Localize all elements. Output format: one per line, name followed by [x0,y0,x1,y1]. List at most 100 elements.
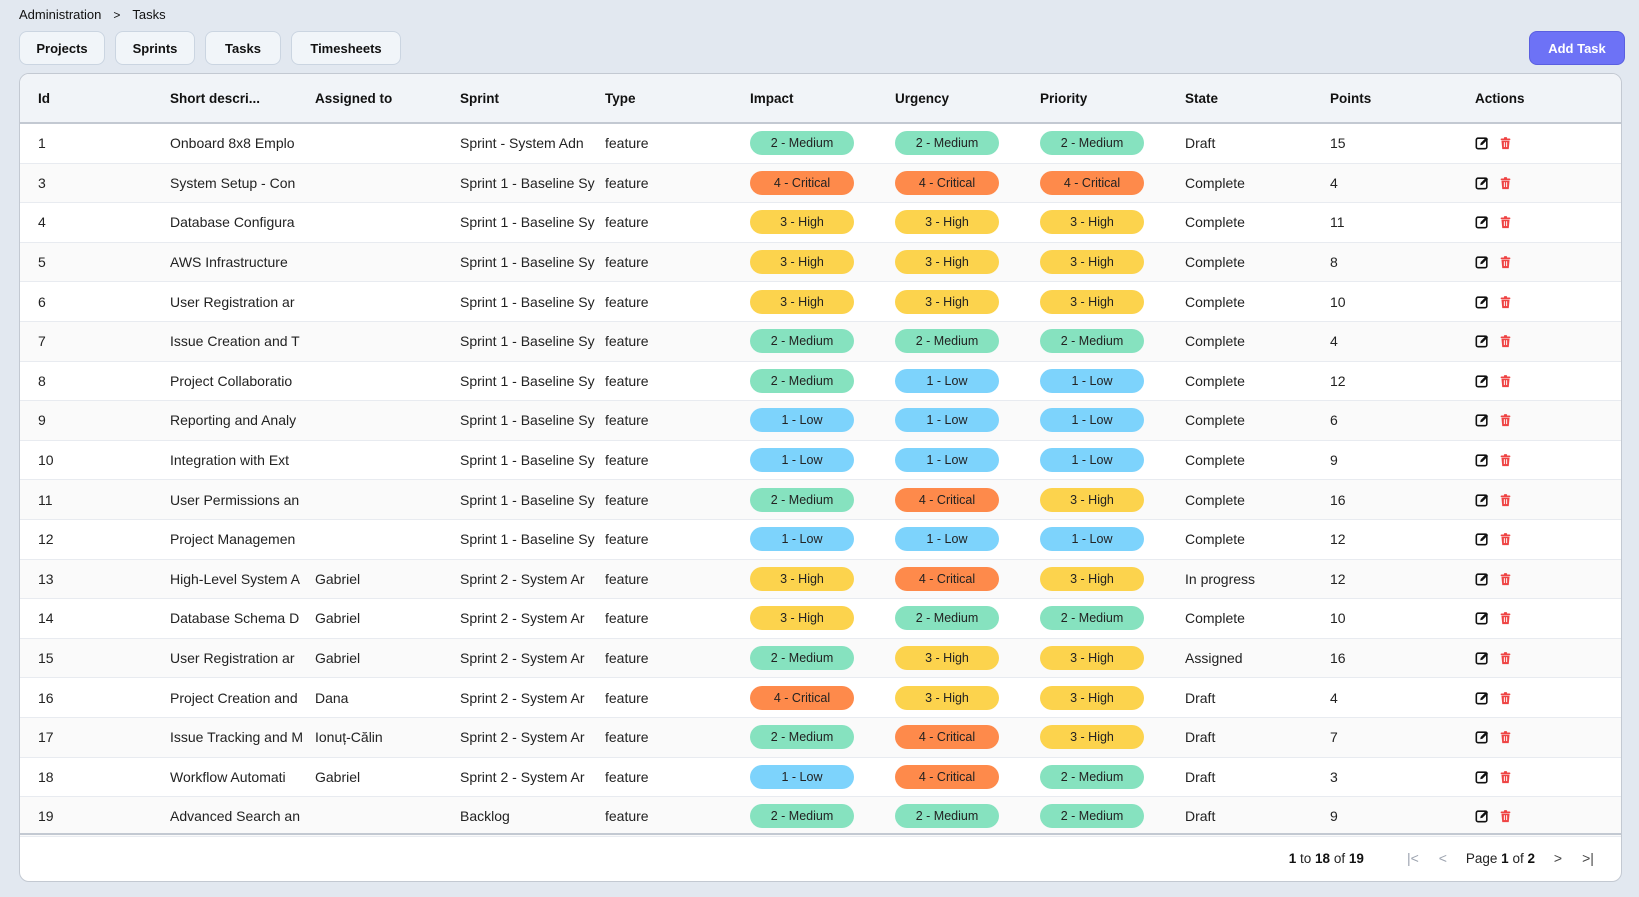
table-row[interactable]: 6 User Registration ar Sprint 1 - Baseline… [20,282,1621,322]
table-row[interactable]: 19 Advanced Search an Backlog feature 2 - Me… [20,797,1621,837]
table-row[interactable]: 3 System Setup - Con Sprint 1 - Baseline S… [20,163,1621,204]
breadcrumb-separator: > [113,7,121,22]
first-page-icon[interactable]: |< [1406,850,1420,866]
trash-icon[interactable] [1499,374,1513,388]
impact-badge: 2 - Medium [750,646,854,671]
table-row[interactable]: 1 Onboard 8x8 Emplo Sprint - System Adn fea… [20,124,1621,164]
table-row[interactable]: 10 Integration with Ext Sprint 1 - Baselin… [20,441,1621,481]
header-impact[interactable]: Impact [750,91,895,106]
cell-actions [1475,493,1595,507]
header-sprint[interactable]: Sprint [460,91,605,106]
cell-priority: 3 - High [1040,250,1185,275]
table-row[interactable]: 9 Reporting and Analy Sprint 1 - Baseline … [20,401,1621,441]
edit-icon[interactable] [1475,215,1489,229]
table-row[interactable]: 12 Project Managemen Sprint 1 - Baseline S… [20,520,1621,560]
cell-urgency: 1 - Low [895,527,1040,552]
table-row[interactable]: 13 High-Level System A Gabriel Sprint 2 - S… [20,559,1621,600]
table-row[interactable]: 8 Project Collaboratio Sprint 1 - Baseline… [20,362,1621,402]
urgency-badge: 2 - Medium [895,804,999,829]
table-row[interactable]: 16 Project Creation and Dana Sprint 2 - Sys… [20,678,1621,718]
table-row[interactable]: 11 User Permissions an Sprint 1 - Baseline… [20,480,1621,520]
edit-icon[interactable] [1475,532,1489,546]
table-row[interactable]: 14 Database Schema D Gabriel Sprint 2 - Sys… [20,599,1621,639]
cell-type: feature [605,808,649,825]
edit-icon[interactable] [1475,770,1489,784]
urgency-badge: 3 - High [895,289,999,314]
cell-type: feature [605,610,649,627]
next-page-icon[interactable]: > [1551,850,1565,866]
impact-badge: 2 - Medium [750,368,854,393]
edit-icon[interactable] [1475,691,1489,705]
trash-icon[interactable] [1499,770,1513,784]
trash-icon[interactable] [1499,255,1513,269]
trash-icon[interactable] [1499,532,1513,546]
priority-badge: 3 - High [1040,210,1144,235]
header-state[interactable]: State [1185,91,1330,106]
trash-icon[interactable] [1499,136,1513,150]
trash-icon[interactable] [1499,453,1513,467]
edit-icon[interactable] [1475,611,1489,625]
header-assigned-to[interactable]: Assigned to [315,91,460,106]
edit-icon[interactable] [1475,374,1489,388]
tab-sprints[interactable]: Sprints [115,31,195,65]
cell-priority: 3 - High [1040,685,1185,710]
edit-icon[interactable] [1475,295,1489,309]
edit-icon[interactable] [1475,651,1489,665]
tab-projects[interactable]: Projects [19,31,105,65]
cell-id: 11 [38,491,53,508]
tab-tasks[interactable]: Tasks [205,31,281,65]
trash-icon[interactable] [1499,691,1513,705]
edit-icon[interactable] [1475,136,1489,150]
edit-icon[interactable] [1475,453,1489,467]
trash-icon[interactable] [1499,809,1513,823]
edit-icon[interactable] [1475,255,1489,269]
header-points[interactable]: Points [1330,91,1475,106]
cell-sprint: Sprint - System Adn [460,135,584,152]
breadcrumb-current: Tasks [132,7,166,22]
prev-page-icon[interactable]: < [1436,850,1450,866]
table-row[interactable]: 4 Database Configura Sprint 1 - Baseline S… [20,203,1621,243]
last-page-icon[interactable]: >| [1581,850,1595,866]
cell-priority: 3 - High [1040,289,1185,314]
trash-icon[interactable] [1499,572,1513,586]
table-row[interactable]: 5 AWS Infrastructure Sprint 1 - Baseline S… [20,242,1621,283]
cell-urgency: 1 - Low [895,448,1040,473]
tab-timesheets[interactable]: Timesheets [291,31,401,65]
cell-type: feature [605,174,649,191]
breadcrumb-administration[interactable]: Administration [19,7,101,22]
trash-icon[interactable] [1499,413,1513,427]
edit-icon[interactable] [1475,730,1489,744]
cell-impact: 2 - Medium [750,487,895,512]
edit-icon[interactable] [1475,809,1489,823]
edit-icon[interactable] [1475,334,1489,348]
edit-icon[interactable] [1475,413,1489,427]
edit-icon[interactable] [1475,176,1489,190]
trash-icon[interactable] [1499,611,1513,625]
priority-badge: 3 - High [1040,250,1144,275]
add-task-button[interactable]: Add Task [1529,31,1625,65]
table-row[interactable]: 7 Issue Creation and T Sprint 1 - Baseline… [20,321,1621,362]
header-id[interactable]: Id [20,91,170,106]
trash-icon[interactable] [1499,176,1513,190]
header-urgency[interactable]: Urgency [895,91,1040,106]
cell-impact: 3 - High [750,566,895,591]
urgency-badge: 4 - Critical [895,725,999,750]
cell-assigned-to: Ionuț-Călin [315,729,383,746]
trash-icon[interactable] [1499,651,1513,665]
trash-icon[interactable] [1499,334,1513,348]
trash-icon[interactable] [1499,295,1513,309]
header-priority[interactable]: Priority [1040,91,1185,106]
impact-badge: 1 - Low [750,408,854,433]
edit-icon[interactable] [1475,572,1489,586]
table-row[interactable]: 15 User Registration ar Gabriel Sprint 2 - … [20,638,1621,679]
trash-icon[interactable] [1499,215,1513,229]
header-short-description[interactable]: Short descri... [170,91,315,106]
table-row[interactable]: 18 Workflow Automati Gabriel Sprint 2 - Sys… [20,758,1621,798]
cell-short-description: Issue Creation and T [170,333,300,350]
cell-points: 6 [1330,412,1338,429]
header-type[interactable]: Type [605,91,750,106]
table-row[interactable]: 17 Issue Tracking and M Ionuț-Călin Sprint … [20,717,1621,758]
trash-icon[interactable] [1499,730,1513,744]
edit-icon[interactable] [1475,493,1489,507]
trash-icon[interactable] [1499,493,1513,507]
